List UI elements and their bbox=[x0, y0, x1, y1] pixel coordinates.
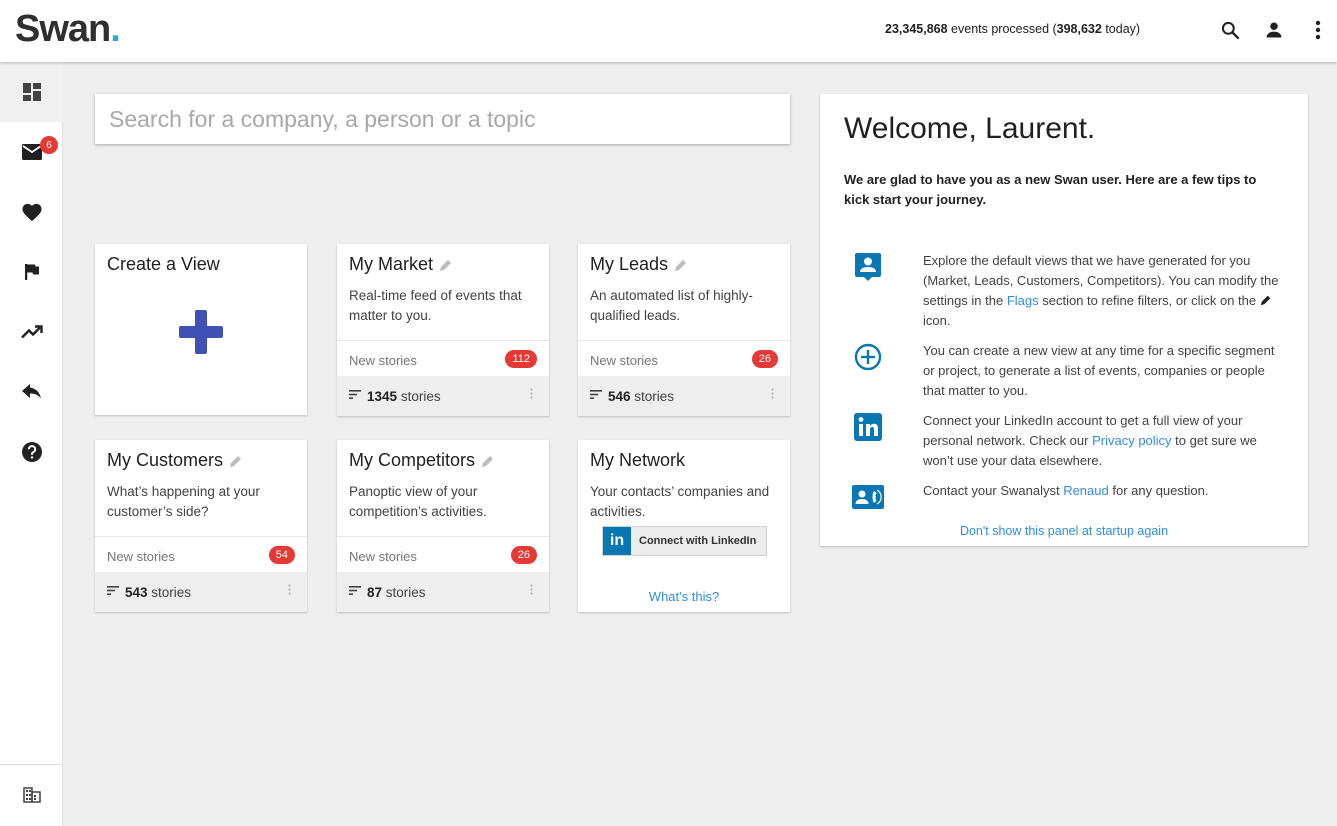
events-today: 398,632 bbox=[1056, 22, 1102, 36]
contact-phone-icon bbox=[852, 481, 884, 513]
new-stories-label: New stories bbox=[349, 353, 417, 368]
card-my-customers[interactable]: My Customers What’s happening at your cu… bbox=[95, 440, 307, 612]
sidebar-item-dashboard[interactable] bbox=[0, 62, 63, 122]
sidebar-item-mail[interactable]: 6 bbox=[0, 122, 63, 182]
sidebar-item-companies[interactable] bbox=[0, 765, 63, 825]
search-icon[interactable] bbox=[1218, 18, 1242, 42]
connect-linkedin-button[interactable]: in Connect with LinkedIn bbox=[602, 526, 767, 556]
sort-icon bbox=[590, 390, 602, 399]
more-vert-icon[interactable] bbox=[530, 584, 533, 595]
dashboard-icon bbox=[22, 83, 41, 101]
tip-text: Contact your Swanalyst Renaud for any qu… bbox=[923, 483, 1209, 498]
swan-logo[interactable]: Swan. bbox=[15, 8, 121, 51]
events-label: events processed ( bbox=[951, 22, 1057, 36]
card-create-view[interactable]: Create a View bbox=[95, 244, 307, 415]
events-total: 23,345,868 bbox=[885, 22, 948, 36]
welcome-panel: Welcome, Laurent. We are glad to have yo… bbox=[820, 94, 1308, 546]
sidebar-item-flags[interactable] bbox=[0, 242, 63, 302]
heart-icon bbox=[21, 203, 42, 222]
new-stories-label: New stories bbox=[590, 353, 658, 368]
card-my-market[interactable]: My Market Real-time feed of events that … bbox=[337, 244, 549, 416]
card-title: My Market bbox=[349, 254, 453, 275]
more-vert-icon[interactable] bbox=[288, 584, 291, 595]
stories-count: 546 stories bbox=[608, 389, 675, 404]
more-vert-icon[interactable] bbox=[530, 388, 533, 399]
tip-text: You can create a new view at any time fo… bbox=[923, 343, 1275, 398]
new-stories-row[interactable]: New stories 26 bbox=[337, 536, 549, 572]
stories-count: 543 stories bbox=[125, 585, 192, 600]
help-icon bbox=[21, 442, 42, 462]
card-title: My Competitors bbox=[349, 450, 495, 471]
welcome-title: Welcome, Laurent. bbox=[844, 112, 1096, 145]
more-vert-icon[interactable] bbox=[1306, 18, 1330, 42]
card-description: Your contacts’ companies and activities. bbox=[590, 484, 770, 519]
card-my-competitors[interactable]: My Competitors Panoptic view of your com… bbox=[337, 440, 549, 612]
card-description: Panoptic view of your competition’s acti… bbox=[349, 484, 487, 519]
edit-icon[interactable] bbox=[674, 258, 688, 272]
linkedin-icon bbox=[852, 411, 884, 443]
renaud-link[interactable]: Renaud bbox=[1063, 483, 1109, 498]
events-suffix: today) bbox=[1105, 22, 1141, 36]
card-title: My Customers bbox=[107, 450, 243, 471]
sidebar: 6 bbox=[0, 62, 63, 826]
card-my-leads[interactable]: My Leads An automated list of highly-qua… bbox=[578, 244, 790, 416]
sort-icon bbox=[107, 586, 119, 595]
card-my-network[interactable]: My Network Your contacts’ companies and … bbox=[578, 440, 790, 612]
card-description: What’s happening at your customer’s side… bbox=[107, 484, 260, 519]
tip-text: Explore the default views that we have g… bbox=[923, 253, 1279, 328]
sidebar-item-trends[interactable] bbox=[0, 302, 63, 362]
whats-this-link[interactable]: What's this? bbox=[578, 589, 790, 604]
sidebar-item-replies[interactable] bbox=[0, 362, 63, 422]
sidebar-item-favorites[interactable] bbox=[0, 182, 63, 242]
welcome-intro: We are glad to have you as a new Swan us… bbox=[844, 172, 1257, 207]
privacy-policy-link[interactable]: Privacy policy bbox=[1092, 433, 1171, 448]
card-description: An automated list of highly-qualified le… bbox=[590, 288, 753, 323]
edit-icon[interactable] bbox=[481, 454, 495, 468]
card-title: My Leads bbox=[590, 254, 688, 275]
search-box bbox=[95, 94, 790, 144]
connect-linkedin-label: Connect with LinkedIn bbox=[639, 535, 757, 547]
new-stories-badge: 26 bbox=[751, 350, 778, 368]
card-footer: 87 stories bbox=[337, 572, 549, 612]
stories-count: 1345 stories bbox=[367, 389, 441, 404]
flags-link[interactable]: Flags bbox=[1007, 293, 1039, 308]
reply-icon bbox=[21, 384, 41, 399]
new-stories-badge: 54 bbox=[268, 546, 295, 564]
new-stories-row[interactable]: New stories 54 bbox=[95, 536, 307, 572]
card-footer: 546 stories bbox=[578, 376, 790, 416]
sort-icon bbox=[349, 390, 361, 399]
new-stories-label: New stories bbox=[349, 549, 417, 564]
card-title: My Network bbox=[590, 450, 686, 470]
add-circle-icon bbox=[852, 341, 884, 373]
sort-icon bbox=[349, 586, 361, 595]
card-description: Real-time feed of events that matter to … bbox=[349, 288, 522, 323]
pencil-icon bbox=[1260, 295, 1271, 306]
plus-icon[interactable] bbox=[179, 310, 223, 359]
stories-count: 87 stories bbox=[367, 585, 426, 600]
flag-icon bbox=[24, 264, 39, 280]
account-icon[interactable] bbox=[1262, 18, 1286, 42]
dont-show-again-link[interactable]: Don't show this panel at startup again bbox=[820, 524, 1308, 538]
events-counter: 23,345,868 events processed (398,632 tod… bbox=[885, 22, 1140, 36]
linkedin-icon: in bbox=[603, 527, 631, 555]
trending-up-icon bbox=[20, 325, 43, 339]
edit-icon[interactable] bbox=[229, 454, 243, 468]
card-footer: 1345 stories bbox=[337, 376, 549, 416]
card-footer: 543 stories bbox=[95, 572, 307, 612]
top-bar: Swan. 23,345,868 events processed (398,6… bbox=[0, 0, 1337, 62]
new-stories-badge: 26 bbox=[510, 546, 537, 564]
business-icon bbox=[22, 787, 41, 803]
new-stories-label: New stories bbox=[107, 549, 175, 564]
account-box-icon bbox=[852, 251, 884, 283]
card-title: Create a View bbox=[107, 254, 220, 274]
mail-badge: 6 bbox=[40, 136, 58, 154]
more-vert-icon[interactable] bbox=[771, 388, 774, 399]
new-stories-row[interactable]: New stories 112 bbox=[337, 340, 549, 376]
new-stories-row[interactable]: New stories 26 bbox=[578, 340, 790, 376]
search-input[interactable] bbox=[109, 102, 769, 136]
sidebar-item-help[interactable] bbox=[0, 422, 63, 482]
new-stories-badge: 112 bbox=[505, 350, 537, 368]
tip-text: Connect your LinkedIn account to get a f… bbox=[923, 413, 1257, 468]
edit-icon[interactable] bbox=[439, 258, 453, 272]
